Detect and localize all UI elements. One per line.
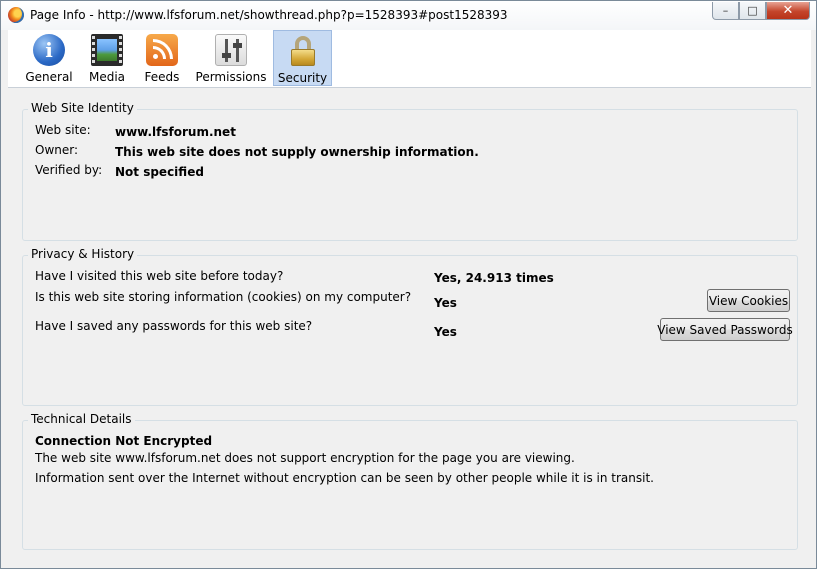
encryption-heading: Connection Not Encrypted [35, 434, 213, 448]
padlock-icon [287, 35, 319, 67]
cookies-answer: Yes [434, 296, 457, 310]
tab-toolbar: i General Media Feeds Permissions Securi… [8, 30, 811, 88]
owner-value: This web site does not supply ownership … [115, 145, 479, 159]
visited-answer: Yes, 24.913 times [434, 271, 554, 285]
window-controls: – □ ✕ [712, 2, 810, 20]
privacy-history-group: Privacy & History Have I visited this we… [22, 247, 798, 406]
encryption-detail-line-2: Information sent over the Internet witho… [35, 471, 654, 485]
tab-label: Permissions [195, 70, 267, 84]
website-value: www.lfsforum.net [115, 125, 236, 139]
encryption-detail-line-1: The web site www.lfsforum.net does not s… [35, 451, 575, 465]
security-panel: Web Site Identity Web site: www.lfsforum… [8, 88, 811, 562]
window-title: Page Info - http://www.lfsforum.net/show… [30, 8, 508, 22]
tab-media[interactable]: Media [84, 30, 130, 86]
tab-label: General [25, 70, 73, 84]
view-cookies-button[interactable]: View Cookies [707, 289, 790, 312]
tab-label: Media [88, 70, 126, 84]
group-legend: Web Site Identity [28, 101, 137, 115]
tab-security[interactable]: Security [273, 30, 332, 86]
media-icon [91, 34, 123, 66]
owner-label: Owner: [35, 143, 79, 157]
tab-label: Feeds [144, 70, 180, 84]
info-icon: i [33, 34, 65, 66]
minimize-button[interactable]: – [712, 2, 739, 20]
website-label: Web site: [35, 123, 91, 137]
tab-permissions[interactable]: Permissions [195, 30, 267, 86]
technical-details-group: Technical Details Connection Not Encrypt… [22, 412, 798, 550]
passwords-answer: Yes [434, 325, 457, 339]
verified-by-value: Not specified [115, 165, 204, 179]
page-info-window: Page Info - http://www.lfsforum.net/show… [0, 0, 817, 569]
view-saved-passwords-button[interactable]: View Saved Passwords [657, 318, 793, 341]
tab-feeds[interactable]: Feeds [140, 30, 184, 86]
tab-general[interactable]: i General [17, 30, 81, 86]
visited-question: Have I visited this web site before toda… [35, 269, 284, 283]
tab-label: Security [277, 71, 328, 85]
feed-icon [146, 34, 178, 66]
passwords-question: Have I saved any passwords for this web … [35, 319, 313, 333]
group-legend: Technical Details [28, 412, 135, 426]
firefox-icon [8, 7, 24, 23]
close-button[interactable]: ✕ [766, 2, 810, 20]
cookies-question: Is this web site storing information (co… [35, 290, 412, 304]
group-legend: Privacy & History [28, 247, 138, 261]
title-bar[interactable]: Page Info - http://www.lfsforum.net/show… [1, 1, 816, 30]
web-site-identity-group: Web Site Identity Web site: www.lfsforum… [22, 101, 798, 241]
verified-by-label: Verified by: [35, 163, 103, 177]
permissions-icon [215, 34, 247, 66]
maximize-button[interactable]: □ [739, 2, 766, 20]
